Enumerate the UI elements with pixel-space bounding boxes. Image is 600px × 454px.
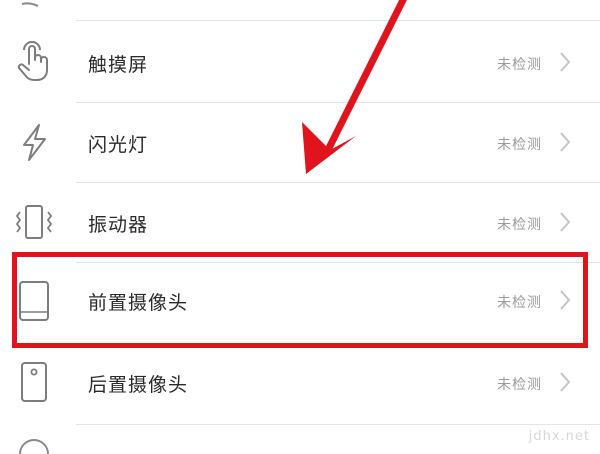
list-item-label: 振动器 <box>88 214 149 236</box>
chevron-right-icon <box>560 132 571 152</box>
list-item-label: 后置摄像头 <box>88 374 189 396</box>
divider <box>76 424 600 425</box>
status-text: 未检测 <box>497 295 542 311</box>
list-item-label: 前置摄像头 <box>88 292 189 314</box>
chevron-right-icon <box>560 212 571 232</box>
flash-bolt-icon <box>12 120 56 164</box>
list-item-flash[interactable]: 闪光灯 未检测 <box>0 102 600 182</box>
list-item-label: 触摸屏 <box>88 54 149 76</box>
status-text: 未检测 <box>497 57 542 73</box>
vibration-phone-icon <box>12 200 56 244</box>
list-item-vibrator[interactable]: 振动器 未检测 <box>0 182 600 262</box>
chevron-right-icon <box>560 52 571 72</box>
diagnostics-list: 触摸屏 未检测 闪光灯 未检测 振动器 未检测 前置摄像头 未检测 后置摄像头 … <box>0 0 600 454</box>
status-text: 未检测 <box>497 217 542 233</box>
list-item-label: 闪光灯 <box>88 134 149 156</box>
list-item-front-camera[interactable]: 前置摄像头 未检测 <box>0 260 600 340</box>
watermark: jdhx.net <box>528 429 590 444</box>
front-camera-phone-icon <box>12 278 56 322</box>
status-text: 未检测 <box>497 377 542 393</box>
partial-row-top <box>21 2 600 21</box>
rear-camera-phone-icon <box>12 360 56 404</box>
list-item-rear-camera[interactable]: 后置摄像头 未检测 <box>0 342 600 422</box>
touch-hand-icon <box>12 40 56 84</box>
list-item-touchscreen[interactable]: 触摸屏 未检测 <box>0 22 600 102</box>
status-text: 未检测 <box>497 137 542 153</box>
chevron-right-icon <box>560 372 571 392</box>
chevron-right-icon <box>560 290 571 310</box>
partial-row-bottom-icon <box>19 439 49 454</box>
